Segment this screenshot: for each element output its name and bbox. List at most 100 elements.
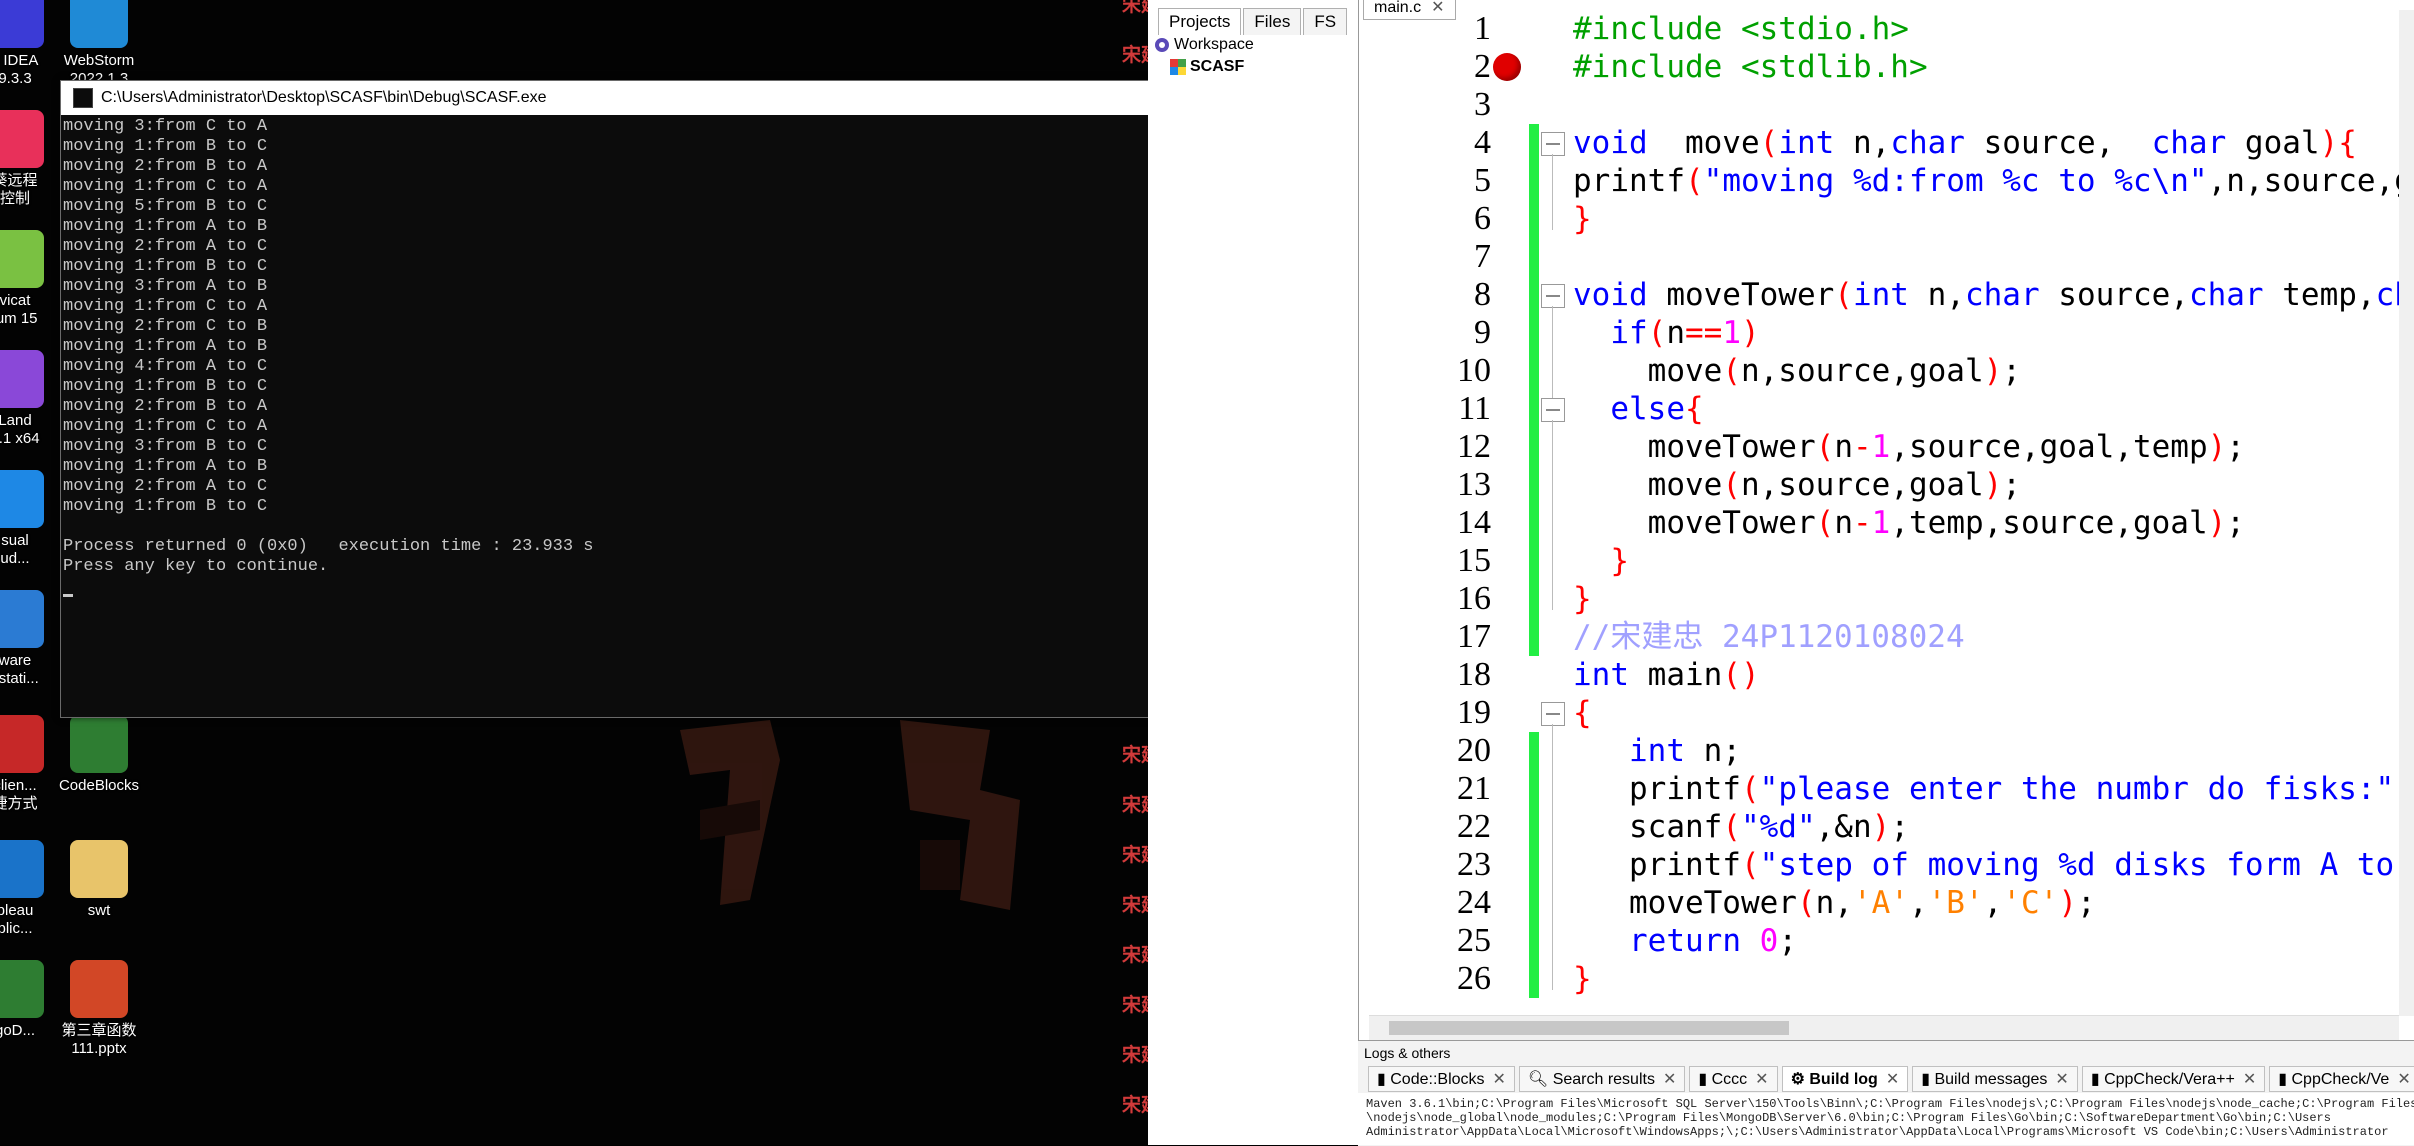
logs-tab-label: CppCheck/Vera++ [2104,1071,2235,1088]
close-icon[interactable]: ✕ [1886,1071,1899,1088]
logs-tab[interactable]: ▮ CppCheck/Vera++ ✕ [2081,1066,2266,1092]
logs-tabs: ▮ Code::Blocks ✕ 🔍︎ Search results ✕ ▮ Cccc ✕… [1358,1065,2414,1093]
console-output[interactable]: moving 3:from C to Amoving 1:from B to C… [61,115,1148,717]
check-icon: ▮ [2278,1071,2292,1088]
tab-projects[interactable]: Projects [1158,8,1242,35]
line-number: 19 [1457,694,1491,731]
change-marker [1529,124,1539,656]
message-icon: ▮ [1921,1071,1935,1088]
logs-tab[interactable]: ▮ Cccc ✕ [1689,1066,1778,1092]
logs-tab-label: Build log [1809,1071,1878,1088]
close-icon[interactable]: ✕ [2243,1071,2256,1088]
tree-item-label: SCASF [1190,58,1245,75]
line-number: 8 [1474,276,1491,313]
logs-tab-label: Search results [1552,1071,1655,1088]
editor-horizontal-scrollbar[interactable] [1369,1015,2399,1040]
watermark-text: 宋建忠 -157 - 934 [1122,1095,1148,1116]
line-number: 12 [1457,428,1491,465]
console-app-icon [73,88,93,108]
line-number: 23 [1457,846,1491,883]
tab-fs[interactable]: FS [1303,8,1348,35]
code-line: } [1573,961,1592,997]
logs-tab-label: Code::Blocks [1390,1071,1485,1088]
console-line: moving 1:from B to C [63,257,268,276]
code-line: #include <stdio.h> [1573,11,1909,47]
code-line: int n; [1629,733,1741,769]
tree-item-project[interactable]: SCASF [1154,56,1254,78]
code-line: } [1573,581,1592,617]
watermark-text: 宋建忠 -157 - 934 [1122,895,1148,916]
logs-tab[interactable]: 🔍︎ Search results ✕ [1518,1066,1686,1092]
line-number: 11 [1458,390,1491,427]
code-line: } [1610,543,1629,579]
code-line: printf("please enter the numbr do fisks:… [1573,771,2399,807]
code-line: //宋建忠 24P1120108024 [1573,619,1965,655]
line-number: 9 [1474,314,1491,351]
code-line: #include <stdlib.h> [1573,49,1928,85]
console-line: moving 1:from B to C [63,137,268,156]
sunlogin-icon [0,110,44,168]
logs-tab-label: Build messages [1934,1071,2048,1088]
line-number: 25 [1457,922,1491,959]
code-text[interactable]: #include <stdio.h> #include <stdlib.h> vo… [1573,10,2399,1010]
close-icon[interactable]: ✕ [1755,1071,1768,1088]
desktop-icon-webstorm[interactable]: WebStorm 2022.1.3 [44,0,154,88]
code-line: move(n,source,goal); [1573,467,2021,503]
line-number: 1 [1474,10,1491,47]
line-number: 6 [1474,200,1491,237]
line-number: 21 [1457,770,1491,807]
code-line: moveTower(n,'A','B','C'); [1573,885,2096,921]
editor-vertical-scrollbar[interactable] [2399,10,2414,1016]
codeblocks-icon [70,715,128,773]
console-line: moving 1:from A to B [63,457,268,476]
logs-tab[interactable]: ▮ Build messages ✕ [1912,1066,2078,1092]
watermark-text: 宋建忠 -157 - 934 [1122,0,1148,16]
fold-toggle-icon[interactable] [1541,398,1565,422]
close-icon[interactable]: ✕ [1663,1071,1676,1088]
project-icon [1170,59,1186,75]
console-titlebar[interactable]: C:\Users\Administrator\Desktop\SCASF\bin… [61,81,1148,115]
desktop-icon-swt[interactable]: swt [44,840,154,920]
logs-tab[interactable]: ▮ CppCheck/Ve ✕ [2269,1066,2414,1092]
close-icon[interactable]: ✕ [2055,1071,2068,1088]
build-log-text[interactable]: Maven 3.6.1\bin;C:\Program Files\Microso… [1358,1093,2414,1145]
line-number: 24 [1457,884,1491,921]
logs-tab[interactable]: ▮ Code::Blocks ✕ [1368,1066,1515,1092]
fold-toggle-icon[interactable] [1541,132,1565,156]
mongodb-icon [0,960,44,1018]
line-number: 2 [1474,48,1491,85]
webstorm-icon [70,0,128,48]
desktop-icon-label: swt [87,902,111,919]
line-number: 7 [1474,238,1491,275]
watermark-text: 宋建忠 -157 - 934 [1122,945,1148,966]
code-editor[interactable]: main.c ✕ 1 2 3 4 5 6 7 8 9 10 11 12 13 14 15 16 17 18 19 20 2… [1358,0,2414,1040]
fold-line [1552,724,1553,990]
close-icon[interactable]: ✕ [2397,1071,2410,1088]
tree-item-workspace[interactable]: Workspace [1154,34,1254,56]
console-line: moving 1:from B to C [63,377,268,396]
code-line: void move(int n,char source, char goal){ [1573,125,2357,161]
desktop-icon-codeblocks[interactable]: CodeBlocks [44,715,154,795]
watermark-text: 宋建忠 -157 - 934 [1122,995,1148,1016]
fold-toggle-icon[interactable] [1541,284,1565,308]
logs-tab[interactable]: ⚙ Build log ✕ [1781,1066,1909,1092]
console-window[interactable]: C:\Users\Administrator\Desktop\SCASF\bin… [60,80,1148,718]
check-icon: ▮ [2090,1071,2105,1088]
code-line: moveTower(n-1,temp,source,goal); [1573,505,2245,541]
line-number-gutter[interactable]: 1 2 3 4 5 6 7 8 9 10 11 12 13 14 15 16 17 18 19 20 21 22 23 24 2… [1359,10,1521,998]
line-number: 17 [1457,618,1491,655]
code-line: } [1573,201,1592,237]
desktop-icon-pptx[interactable]: 第三章函数 111.pptx [44,960,154,1058]
console-line: moving 2:from A to C [63,237,268,256]
console-line: moving 2:from B to A [63,397,268,416]
swt-icon [70,840,128,898]
scrollbar-thumb[interactable] [1389,1021,1789,1035]
console-line: moving 2:from C to B [63,317,268,336]
breakpoint-icon[interactable] [1493,53,1521,81]
close-icon[interactable]: ✕ [1493,1071,1506,1088]
code-icon: ▮ [1377,1071,1391,1088]
line-number: 22 [1457,808,1491,845]
tab-files[interactable]: Files [1243,8,1302,35]
tree-item-label: Workspace [1174,36,1254,53]
fold-toggle-icon[interactable] [1541,702,1565,726]
